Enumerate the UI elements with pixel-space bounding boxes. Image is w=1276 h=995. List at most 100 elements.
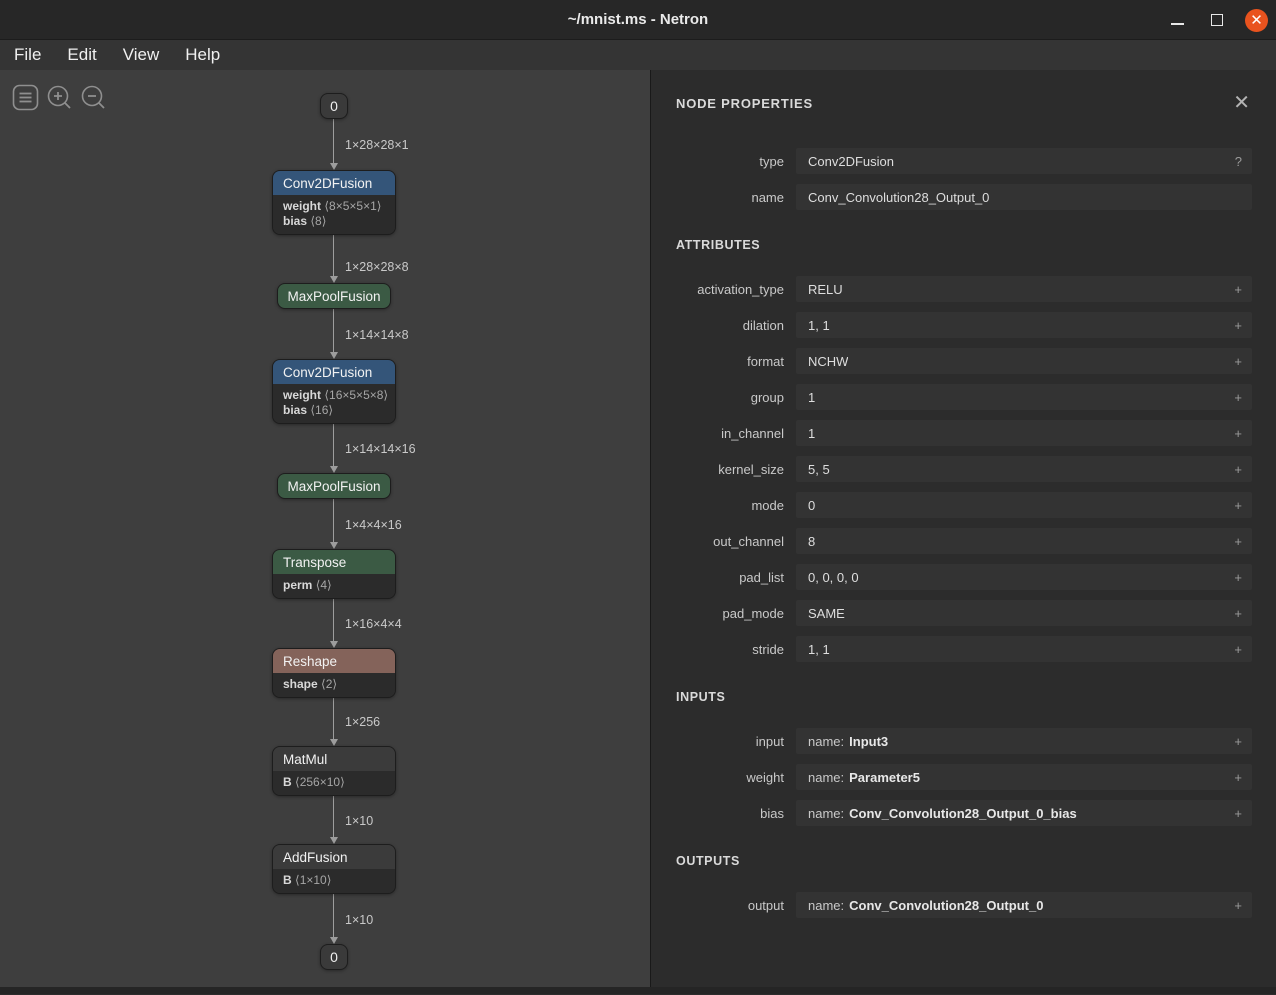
attribute-value: 1, 1 (808, 318, 830, 333)
graph-canvas[interactable]: 1×28×28×1 1×28×28×8 1×14×14×8 1×14×14×16… (0, 70, 651, 987)
attribute-value-box[interactable]: 1 + (796, 420, 1252, 446)
inputs-section-title: INPUTS (676, 690, 1252, 704)
graph-edge (333, 892, 334, 937)
expand-button[interactable]: + (1226, 391, 1242, 404)
attribute-value-box[interactable]: NCHW + (796, 348, 1252, 374)
name-prefix: name: (808, 734, 844, 749)
menu-help[interactable]: Help (179, 44, 226, 66)
graph-edge (333, 696, 334, 739)
expand-button[interactable]: + (1226, 319, 1242, 332)
attribute-label: pad_mode (676, 606, 796, 621)
node-params: perm ⟨4⟩ (273, 574, 395, 598)
attribute-value-box[interactable]: 5, 5 + (796, 456, 1252, 482)
attribute-value-box[interactable]: 8 + (796, 528, 1252, 554)
param-shape: ⟨16⟩ (310, 403, 333, 417)
type-value-box[interactable]: Conv2DFusion ? (796, 148, 1252, 174)
menu-file[interactable]: File (8, 44, 47, 66)
expand-button[interactable]: + (1226, 463, 1242, 476)
attribute-label: stride (676, 642, 796, 657)
attribute-value: 8 (808, 534, 815, 549)
input-row-input: input name:Input3 + (676, 728, 1252, 754)
expand-button[interactable]: + (1226, 499, 1242, 512)
graph-node-maxpoolfusion-2[interactable]: MaxPoolFusion (277, 473, 391, 499)
minimize-button[interactable] (1165, 8, 1189, 32)
node-params: B ⟨256×10⟩ (273, 771, 395, 795)
edge-shape-label: 1×16×4×4 (345, 617, 402, 631)
graph-edge (333, 309, 334, 352)
graph-edge (333, 232, 334, 276)
node-title: MaxPoolFusion (287, 289, 380, 304)
expand-button[interactable]: + (1226, 899, 1242, 912)
expand-button[interactable]: + (1226, 535, 1242, 548)
output-row-output: output name:Conv_Convolution28_Output_0 … (676, 892, 1252, 918)
attribute-value-box[interactable]: SAME + (796, 600, 1252, 626)
attribute-value-box[interactable]: RELU + (796, 276, 1252, 302)
param-name: B (283, 873, 292, 887)
graph-node-reshape[interactable]: Reshape shape ⟨2⟩ (272, 648, 396, 698)
close-window-button[interactable]: ✕ (1245, 9, 1268, 32)
attributes-section-title: ATTRIBUTES (676, 238, 1252, 252)
property-row-type: type Conv2DFusion ? (676, 148, 1252, 174)
type-help-button[interactable]: ? (1227, 155, 1242, 168)
attribute-label: mode (676, 498, 796, 513)
attribute-value-box[interactable]: 1, 1 + (796, 312, 1252, 338)
name-value-box[interactable]: Conv_Convolution28_Output_0 (796, 184, 1252, 210)
expand-button[interactable]: + (1226, 607, 1242, 620)
expand-button[interactable]: + (1226, 427, 1242, 440)
graph-node-conv2dfusion-1[interactable]: Conv2DFusion weight ⟨8×5×5×1⟩ bias ⟨8⟩ (272, 170, 396, 235)
graph-node-transpose[interactable]: Transpose perm ⟨4⟩ (272, 549, 396, 599)
attribute-label: activation_type (676, 282, 796, 297)
param-name: B (283, 775, 292, 789)
input-value-box[interactable]: name:Parameter5 + (796, 764, 1252, 790)
graph-node-conv2dfusion-2[interactable]: Conv2DFusion weight ⟨16×5×5×8⟩ bias ⟨16⟩ (272, 359, 396, 424)
expand-button[interactable]: + (1226, 571, 1242, 584)
attribute-row-in-channel: in_channel 1 + (676, 420, 1252, 446)
maximize-icon (1211, 14, 1223, 26)
edge-shape-label: 1×4×4×16 (345, 518, 402, 532)
menu-bar: File Edit View Help (0, 40, 1276, 70)
attribute-label: dilation (676, 318, 796, 333)
expand-button[interactable]: + (1226, 771, 1242, 784)
graph-node-addfusion[interactable]: AddFusion B ⟨1×10⟩ (272, 844, 396, 894)
zoom-in-button[interactable] (46, 84, 73, 111)
attribute-value: 1 (808, 426, 815, 441)
attribute-value-box[interactable]: 1, 1 + (796, 636, 1252, 662)
graph-node-output[interactable]: 0 (320, 944, 348, 970)
expand-button[interactable]: + (1226, 643, 1242, 656)
attribute-value-box[interactable]: 0, 0, 0, 0 + (796, 564, 1252, 590)
input-value-box[interactable]: name:Conv_Convolution28_Output_0_bias + (796, 800, 1252, 826)
expand-button[interactable]: + (1226, 735, 1242, 748)
attribute-value: 5, 5 (808, 462, 830, 477)
attribute-value-box[interactable]: 1 + (796, 384, 1252, 410)
sidebar-menu-button[interactable] (12, 84, 39, 111)
close-icon: ✕ (1250, 13, 1263, 28)
output-value-box[interactable]: name:Conv_Convolution28_Output_0 + (796, 892, 1252, 918)
expand-button[interactable]: + (1226, 355, 1242, 368)
graph-node-matmul[interactable]: MatMul B ⟨256×10⟩ (272, 746, 396, 796)
node-params: shape ⟨2⟩ (273, 673, 395, 697)
window-title: ~/mnist.ms - Netron (568, 11, 708, 28)
menu-view[interactable]: View (117, 44, 166, 66)
zoom-out-button[interactable] (80, 84, 107, 111)
hamburger-icon (12, 84, 39, 111)
input-row-bias: bias name:Conv_Convolution28_Output_0_bi… (676, 800, 1252, 826)
expand-button[interactable]: + (1226, 807, 1242, 820)
graph-node-maxpoolfusion-1[interactable]: MaxPoolFusion (277, 283, 391, 309)
node-params: weight ⟨16×5×5×8⟩ bias ⟨16⟩ (273, 384, 395, 423)
close-panel-button[interactable]: ✕ (1231, 93, 1252, 113)
attribute-row-out-channel: out_channel 8 + (676, 528, 1252, 554)
node-title: Conv2DFusion (273, 171, 395, 195)
attribute-label: format (676, 354, 796, 369)
graph-node-input[interactable]: 0 (320, 93, 348, 119)
expand-button[interactable]: + (1226, 283, 1242, 296)
attribute-value: NCHW (808, 354, 848, 369)
attribute-label: pad_list (676, 570, 796, 585)
output-label: output (676, 898, 796, 913)
menu-edit[interactable]: Edit (61, 44, 102, 66)
input-value-box[interactable]: name:Input3 + (796, 728, 1252, 754)
name-prefix: name: (808, 806, 844, 821)
node-params: weight ⟨8×5×5×1⟩ bias ⟨8⟩ (273, 195, 395, 234)
attribute-value-box[interactable]: 0 + (796, 492, 1252, 518)
maximize-button[interactable] (1205, 8, 1229, 32)
title-bar: ~/mnist.ms - Netron ✕ (0, 0, 1276, 40)
